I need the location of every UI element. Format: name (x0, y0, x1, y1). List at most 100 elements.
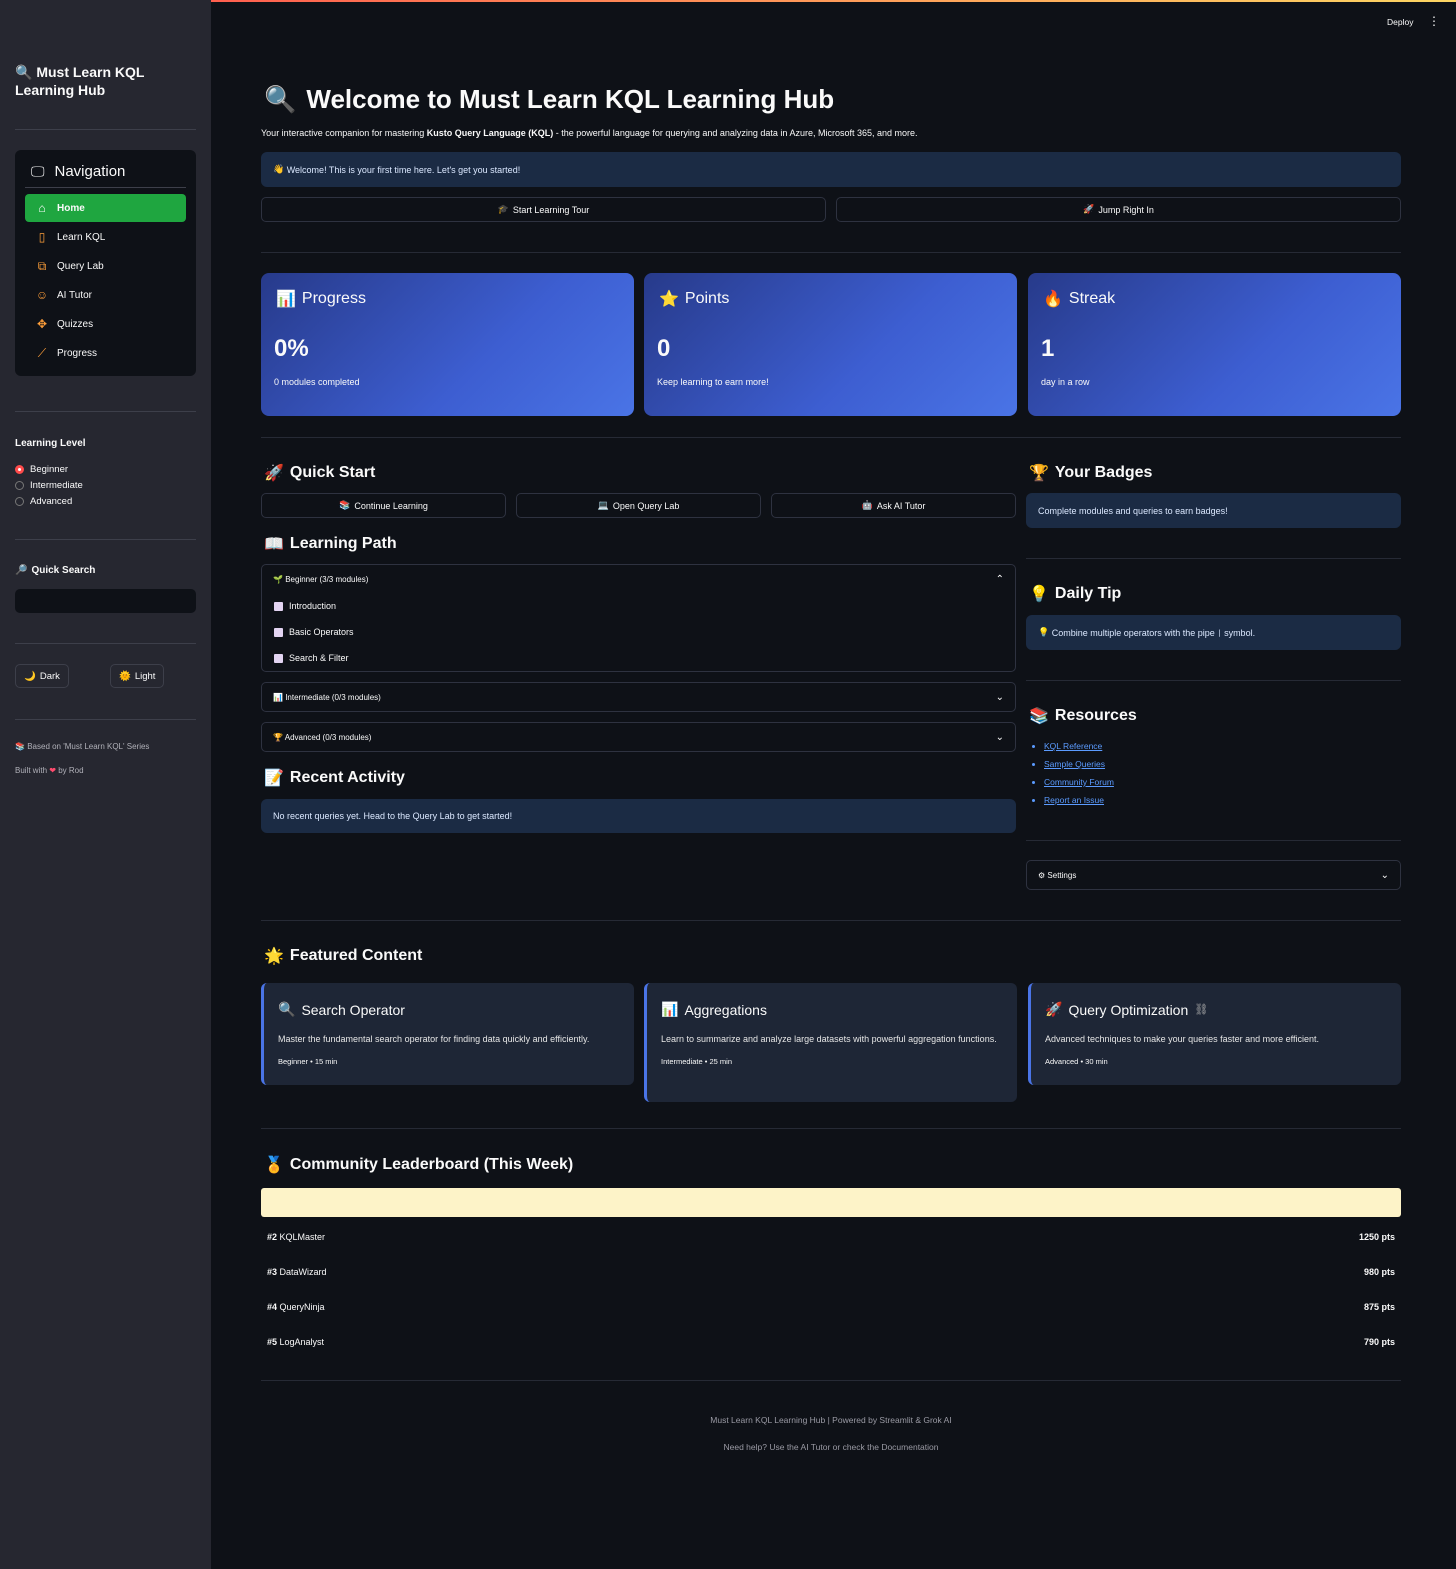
trophy-icon: 🏆 (273, 732, 283, 742)
rocket-icon: 🚀 (1083, 204, 1095, 214)
chart-icon: 📊 (273, 692, 283, 702)
streak-card: 🔥 Streak 1 day in a row (1028, 273, 1401, 416)
divider (261, 920, 1401, 921)
magnifier-icon: 🔍 (264, 84, 297, 114)
leaderboard-heading: 🏅 Community Leaderboard (This Week) (264, 1156, 574, 1174)
nav-item-quizzes[interactable]: ✥ Quizzes (25, 310, 186, 338)
jump-right-in-button[interactable]: 🚀 Jump Right In (836, 197, 1401, 222)
learning-level-label: Learning Level (15, 438, 86, 449)
trophy-icon: 🏆 (1029, 465, 1049, 482)
nav-item-query-lab[interactable]: ⧉ Query Lab (25, 252, 186, 280)
chevron-down-icon: ⌄ (995, 731, 1004, 743)
navigation-menu: 🖵 Navigation ⌂ Home ▯ Learn KQL ⧉ Query … (15, 150, 196, 376)
module-item[interactable]: Basic Operators (262, 619, 1015, 645)
divider (1026, 680, 1401, 681)
book-icon: ▯ (38, 230, 46, 244)
deploy-button[interactable]: Deploy (1387, 17, 1413, 27)
more-menu-icon[interactable]: ⋮ (1428, 14, 1440, 28)
link-community-forum[interactable]: Community Forum (1044, 777, 1114, 787)
link-sample-queries[interactable]: Sample Queries (1044, 759, 1114, 769)
settings-expander[interactable]: ⚙ Settings ⌄ (1026, 860, 1401, 890)
quick-start-heading: 🚀 Quick Start (264, 464, 376, 482)
streak-value: 1 (1041, 335, 1055, 362)
divider (261, 1128, 1401, 1129)
start-learning-tour-button[interactable]: 🎓 Start Learning Tour (261, 197, 826, 222)
recent-activity-message: No recent queries yet. Head to the Query… (261, 799, 1016, 833)
leaderboard-row: #3 DataWizard 980 pts (267, 1267, 1395, 1277)
chevron-up-icon: ⌃ (995, 573, 1004, 585)
checkbox-icon (274, 627, 283, 637)
checkbox-icon (274, 653, 283, 663)
books-icon: 📚 (1029, 708, 1049, 725)
moon-icon: 🌙 (24, 670, 36, 682)
dark-theme-button[interactable]: 🌙 Dark (15, 664, 69, 688)
puzzle-icon: ✥ (36, 317, 48, 331)
sidebar-divider (15, 539, 196, 540)
star-icon: ⭐ (659, 291, 679, 308)
robot-icon: ☺ (35, 288, 49, 302)
streak-desc: day in a row (1041, 377, 1090, 387)
nav-item-home[interactable]: ⌂ Home (25, 194, 186, 222)
advanced-expander[interactable]: 🏆 Advanced (0/3 modules) ⌄ (261, 722, 1016, 752)
nav-item-learn-kql[interactable]: ▯ Learn KQL (25, 223, 186, 251)
link-report-issue[interactable]: Report an Issue (1044, 795, 1114, 805)
sidebar-divider (15, 129, 196, 130)
points-desc: Keep learning to earn more! (657, 377, 769, 387)
divider (261, 437, 1401, 438)
light-theme-button[interactable]: 🌞 Light (110, 664, 165, 688)
wave-icon: 👋 (273, 164, 287, 174)
divider (261, 1380, 1401, 1381)
sidebar-divider (15, 411, 196, 412)
featured-card-query-optimization[interactable]: 🚀 Query Optimization ⛓ Advanced techniques… (1028, 983, 1401, 1085)
level-radio-advanced[interactable]: Advanced (15, 496, 72, 507)
link-kql-reference[interactable]: KQL Reference (1044, 741, 1114, 751)
ask-ai-tutor-button[interactable]: 🤖 Ask AI Tutor (771, 493, 1016, 518)
resources-list: KQL Reference Sample Queries Community F… (1030, 741, 1114, 813)
based-on-text: 📚 Based on 'Must Learn KQL' Series (15, 742, 150, 751)
chevron-down-icon: ⌄ (995, 691, 1004, 703)
points-card: ⭐ Points 0 Keep learning to earn more! (644, 273, 1017, 416)
checkbox-icon (274, 601, 283, 611)
footer-help: Need help? Use the AI Tutor or check the… (723, 1442, 939, 1452)
chevron-down-icon: ⌄ (1380, 869, 1389, 881)
leaderboard-current-user-row (261, 1188, 1401, 1217)
magnifier-icon: 🔍 (278, 1001, 296, 1017)
progress-desc: 0 modules completed (274, 377, 360, 387)
module-item[interactable]: Search & Filter (262, 645, 1015, 671)
resources-heading: 📚 Resources (1029, 707, 1137, 725)
points-value: 0 (657, 335, 671, 362)
progress-card: 📊 Progress 0% 0 modules completed (261, 273, 634, 416)
quick-search-input[interactable] (15, 589, 196, 613)
medal-icon: 🏅 (264, 1157, 284, 1174)
level-radio-beginner[interactable]: Beginner (15, 464, 68, 475)
sparkle-icon: 🌟 (264, 948, 284, 965)
beginner-expander: 🌱 Beginner (3/3 modules) ⌃ Introduction … (261, 564, 1016, 672)
link-icon: ⛓ (1194, 1004, 1209, 1016)
featured-card-search-operator[interactable]: 🔍 Search Operator Master the fundamental … (261, 983, 634, 1085)
memo-icon: 📝 (264, 770, 284, 787)
nav-item-progress[interactable]: ⟋ Progress (25, 339, 186, 367)
radio-selected-icon (15, 465, 24, 474)
level-radio-intermediate[interactable]: Intermediate (15, 480, 83, 491)
sidebar-divider (15, 643, 196, 644)
divider (1026, 558, 1401, 559)
radio-icon (15, 481, 24, 490)
nav-item-ai-tutor[interactable]: ☺ AI Tutor (25, 281, 186, 309)
continue-learning-button[interactable]: 📚 Continue Learning (261, 493, 506, 518)
intermediate-expander[interactable]: 📊 Intermediate (0/3 modules) ⌄ (261, 682, 1016, 712)
chart-icon: ⟋ (37, 345, 47, 360)
bar-chart-icon: 📊 (661, 1001, 679, 1017)
featured-card-aggregations[interactable]: 📊 Aggregations Learn to summarize and ana… (644, 983, 1017, 1102)
fire-icon: 🔥 (1043, 291, 1063, 308)
home-icon: ⌂ (38, 201, 46, 215)
page-title: 🔍 Welcome to Must Learn KQL Learning Hub (264, 84, 835, 114)
divider (1026, 840, 1401, 841)
module-item[interactable]: Introduction (262, 593, 1015, 619)
open-query-lab-button[interactable]: 💻 Open Query Lab (516, 493, 761, 518)
lightbulb-icon: 💡 (1029, 586, 1049, 603)
beginner-expander-header[interactable]: 🌱 Beginner (3/3 modules) ⌃ (262, 565, 1015, 593)
leaderboard-row: #2 KQLMaster 1250 pts (267, 1232, 1395, 1242)
top-decoration (0, 0, 1456, 2)
gear-icon: ⚙ (1038, 870, 1046, 880)
rocket-icon: 🚀 (1045, 1001, 1063, 1017)
